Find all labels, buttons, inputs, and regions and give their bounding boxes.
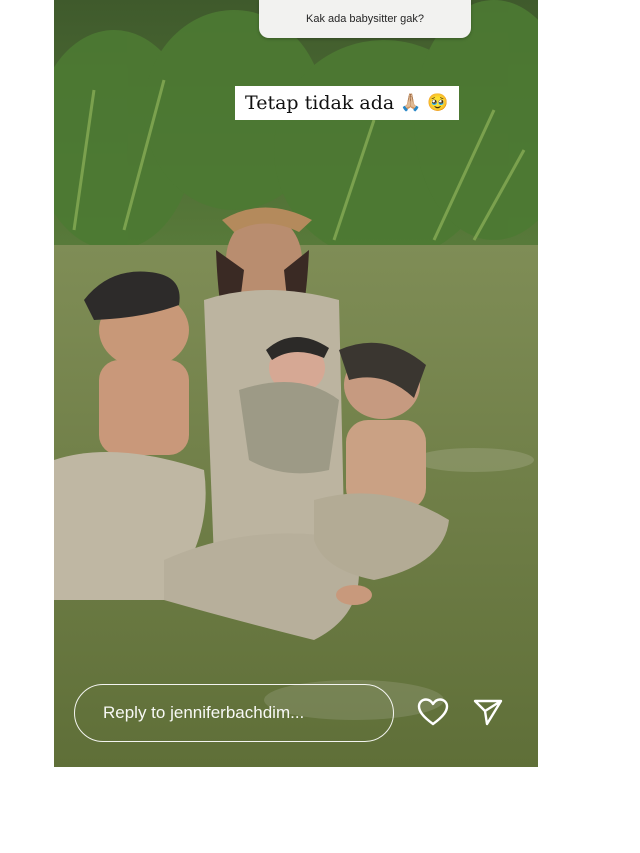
question-sticker: Kak ada babysitter gak? xyxy=(259,0,471,38)
answer-caption: Tetap tidak ada 🙏🏼 🥹 xyxy=(235,86,459,120)
like-button[interactable] xyxy=(416,695,450,729)
send-icon xyxy=(473,699,503,726)
holding-back-tears-emoji: 🥹 xyxy=(427,93,449,113)
answer-text: Tetap tidak ada xyxy=(245,92,395,114)
reply-input[interactable]: Reply to jenniferbachdim... xyxy=(74,684,394,742)
story-viewer[interactable]: Kak ada babysitter gak? Tetap tidak ada … xyxy=(54,0,538,767)
folded-hands-emoji: 🙏🏼 xyxy=(400,93,422,113)
heart-icon xyxy=(417,698,449,726)
question-sticker-text: Kak ada babysitter gak? xyxy=(305,13,425,25)
reply-placeholder: Reply to jenniferbachdim... xyxy=(103,703,305,722)
share-button[interactable] xyxy=(471,695,505,729)
